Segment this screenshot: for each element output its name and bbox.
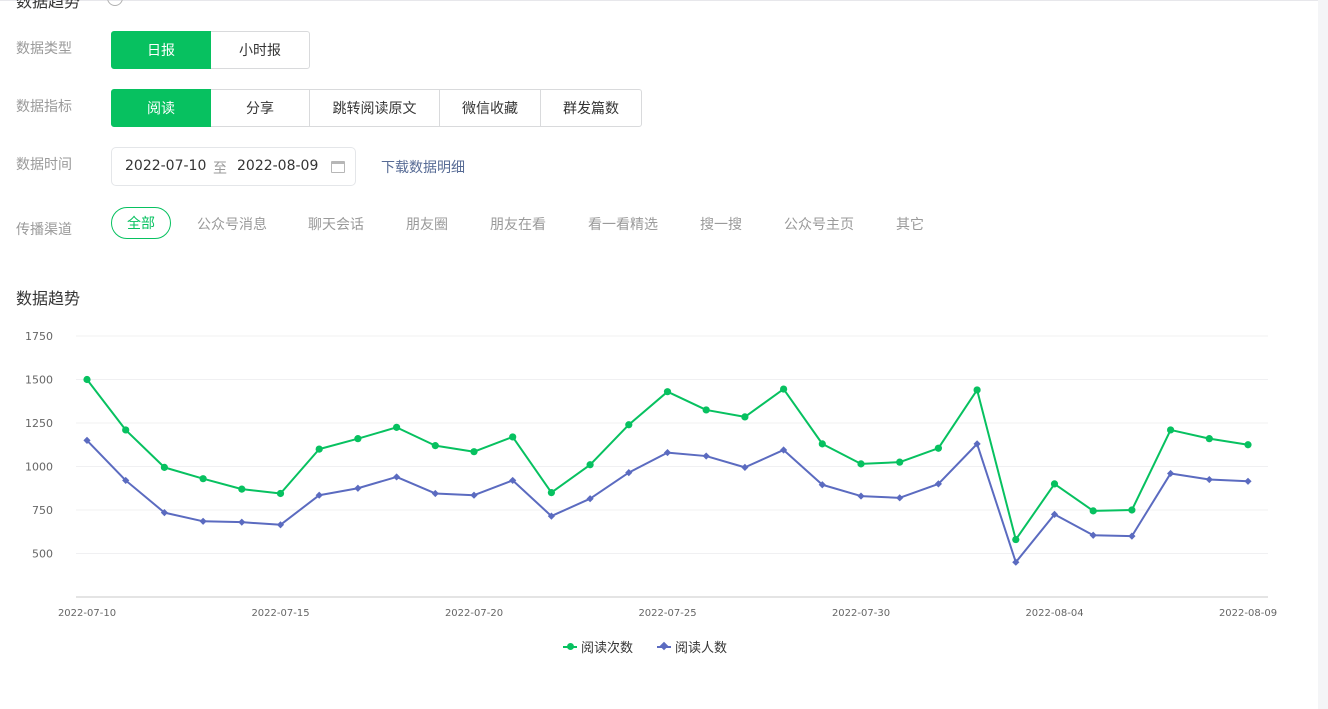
data-point — [702, 406, 710, 414]
data-point — [741, 463, 749, 471]
legend-label-reads: 阅读次数 — [581, 641, 634, 656]
y-tick-label: 1000 — [25, 461, 53, 474]
data-point — [238, 485, 246, 493]
y-tick-label: 500 — [32, 548, 53, 561]
data-point — [1244, 477, 1252, 485]
data-point — [315, 445, 323, 453]
data-point — [857, 460, 865, 468]
data-point — [393, 423, 401, 431]
data-point — [663, 388, 672, 396]
trend-chart: 500 750 1000 1250 1500 1750 2022-07-10 2022-07-… — [25, 330, 1277, 619]
data-point — [741, 413, 749, 421]
data-point — [1205, 475, 1213, 484]
data-point — [1012, 535, 1020, 544]
x-tick-label: 2022-08-09 — [1219, 608, 1277, 619]
data-point — [470, 448, 478, 456]
data-point — [1167, 426, 1175, 434]
data-point — [160, 463, 168, 471]
data-point — [276, 489, 285, 498]
data-point — [1244, 441, 1252, 449]
y-tick-label: 1750 — [25, 330, 53, 343]
legend-marker-reads — [563, 640, 577, 654]
data-point — [547, 489, 556, 497]
data-point — [702, 452, 710, 460]
x-tick-label: 2022-08-04 — [1025, 608, 1083, 619]
data-point — [393, 473, 401, 481]
y-tick-label: 750 — [32, 504, 53, 517]
x-tick-label: 2022-07-15 — [251, 608, 309, 619]
data-point — [199, 517, 207, 525]
data-point — [83, 375, 91, 384]
x-tick-label: 2022-07-10 — [58, 608, 116, 619]
x-tick-label: 2022-07-20 — [445, 608, 503, 619]
data-point — [857, 492, 865, 500]
data-point — [1205, 435, 1213, 443]
data-point — [238, 518, 246, 526]
data-point — [973, 386, 981, 394]
data-point — [896, 458, 904, 466]
data-point — [431, 489, 439, 498]
data-point — [431, 442, 439, 450]
legend-item-reads[interactable]: 阅读次数 — [563, 637, 633, 656]
page-scrollbar[interactable] — [1318, 0, 1328, 709]
data-point — [586, 461, 594, 469]
data-point — [354, 435, 362, 443]
data-point — [663, 448, 672, 457]
x-tick-label: 2022-07-30 — [832, 608, 890, 619]
data-point — [1089, 507, 1097, 515]
legend-label-readers: 阅读人数 — [675, 641, 728, 656]
data-point — [780, 385, 788, 393]
data-point — [896, 494, 904, 502]
data-point — [1089, 531, 1097, 539]
data-point — [818, 440, 826, 448]
data-point — [934, 444, 943, 452]
y-tick-label: 1500 — [25, 374, 53, 387]
legend-item-readers[interactable]: 阅读人数 — [657, 637, 727, 656]
x-tick-label: 2022-07-25 — [638, 608, 696, 619]
data-point — [470, 491, 478, 499]
data-point — [509, 433, 517, 441]
data-point — [199, 475, 207, 483]
data-point — [1128, 506, 1136, 514]
data-point — [625, 421, 633, 429]
y-tick-label: 1250 — [25, 417, 53, 430]
legend-marker-readers — [657, 640, 671, 654]
series-line-1 — [86, 378, 1249, 541]
main-panel: 数据趋势 数据类型 日报 小时报 数据指标 阅读 分享 跳转阅读原文 微信收藏 … — [0, 0, 1318, 709]
data-point — [122, 426, 130, 434]
series-line-2 — [86, 439, 1249, 564]
data-point — [1050, 480, 1059, 488]
data-point — [354, 484, 362, 492]
